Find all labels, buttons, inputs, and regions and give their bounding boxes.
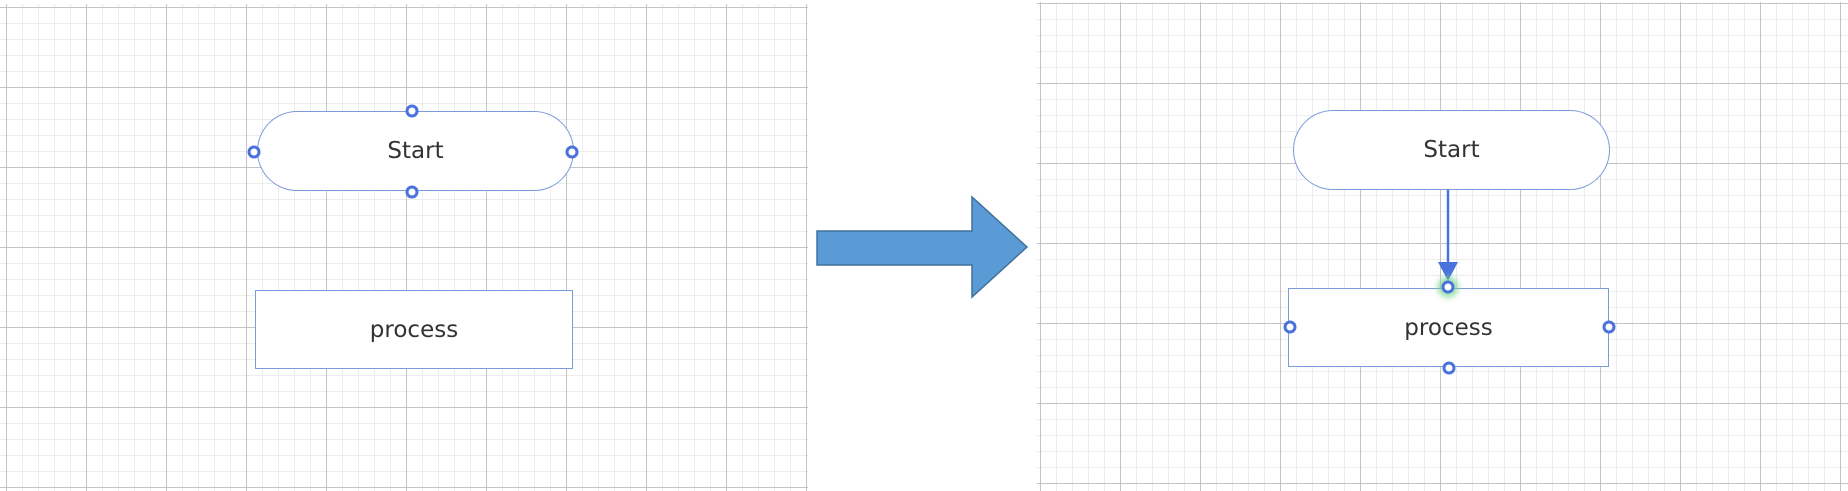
start-terminator-shape[interactable]: Start: [257, 111, 574, 191]
transition-arrow-icon: [816, 195, 1029, 299]
connector-arrow[interactable]: [1037, 2, 1848, 491]
connection-handle-right[interactable]: [1602, 320, 1616, 334]
connection-handle-left[interactable]: [1283, 320, 1297, 334]
connection-handle-top[interactable]: [405, 104, 419, 118]
connection-handle-bottom[interactable]: [1442, 361, 1456, 375]
diagram-canvas-before[interactable]: Start process: [0, 4, 808, 491]
connection-handle-bottom[interactable]: [405, 185, 419, 199]
connection-handle-top-connected[interactable]: [1441, 280, 1455, 294]
connection-handle-left[interactable]: [247, 145, 261, 159]
process-shape[interactable]: process: [255, 290, 573, 369]
diagram-canvas-after[interactable]: Start process: [1037, 2, 1848, 491]
process-label: process: [369, 316, 459, 343]
connection-handle-right[interactable]: [565, 145, 579, 159]
start-label: Start: [387, 138, 444, 164]
arrowhead-icon: [1438, 262, 1458, 281]
